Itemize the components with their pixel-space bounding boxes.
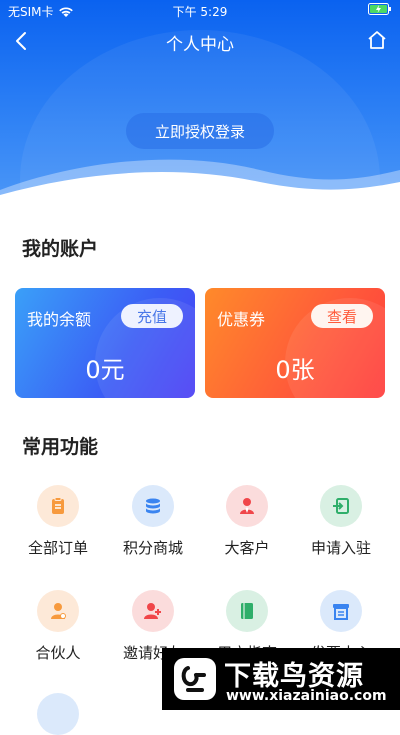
battery-icon bbox=[368, 3, 391, 15]
status-bar: 无SIM卡 下午 5:29 bbox=[0, 0, 400, 20]
header-banner: 无SIM卡 下午 5:29 个人中心 立即授权登录 bbox=[0, 0, 400, 200]
function-label: 申请入驻 bbox=[310, 539, 371, 557]
vip-user-icon bbox=[226, 485, 268, 527]
function-partner[interactable]: 合伙人 bbox=[13, 590, 103, 663]
book-icon bbox=[226, 590, 268, 632]
enter-icon bbox=[320, 485, 362, 527]
balance-value: 0元 bbox=[85, 356, 125, 384]
partner-icon bbox=[37, 590, 79, 632]
header-wave bbox=[0, 159, 400, 200]
functions-section-title: 常用功能 bbox=[22, 436, 99, 458]
function-label: 积分商城 bbox=[122, 539, 183, 557]
page-title: 个人中心 bbox=[166, 35, 234, 55]
watermark-banner: 下载鸟资源 www.xiazainiao.com bbox=[162, 648, 400, 710]
function-label: 合伙人 bbox=[35, 644, 81, 662]
coins-icon bbox=[132, 485, 174, 527]
clipboard-icon bbox=[37, 485, 79, 527]
function-points-mall[interactable]: 积分商城 bbox=[108, 485, 198, 558]
more-function-icon bbox=[37, 693, 79, 735]
function-apply-join[interactable]: 申请入驻 bbox=[296, 485, 386, 558]
balance-label: 我的余额 bbox=[27, 310, 92, 329]
status-time: 下午 5:29 bbox=[172, 5, 228, 19]
account-section-title: 我的账户 bbox=[22, 238, 99, 260]
nav-bar: 个人中心 bbox=[0, 22, 400, 60]
invoice-icon bbox=[320, 590, 362, 632]
function-label: 全部订单 bbox=[27, 539, 88, 557]
function-all-orders[interactable]: 全部订单 bbox=[13, 485, 103, 558]
view-coupon-button[interactable]: 查看 bbox=[311, 304, 373, 328]
coupon-card[interactable]: 优惠券 查看 0张 bbox=[205, 288, 385, 398]
watermark-logo bbox=[174, 658, 216, 700]
function-big-customer[interactable]: 大客户 bbox=[202, 485, 292, 558]
login-button[interactable]: 立即授权登录 bbox=[126, 113, 274, 149]
coupon-value: 0张 bbox=[275, 356, 315, 384]
watermark-url: www.xiazainiao.com bbox=[226, 688, 387, 704]
invite-friend-icon bbox=[132, 590, 174, 632]
function-label: 大客户 bbox=[224, 539, 270, 557]
recharge-button[interactable]: 充值 bbox=[121, 304, 183, 328]
function-more[interactable] bbox=[13, 693, 103, 735]
balance-card[interactable]: 我的余额 充值 0元 bbox=[15, 288, 195, 398]
home-icon[interactable] bbox=[366, 29, 388, 51]
coupon-label: 优惠券 bbox=[217, 310, 266, 329]
